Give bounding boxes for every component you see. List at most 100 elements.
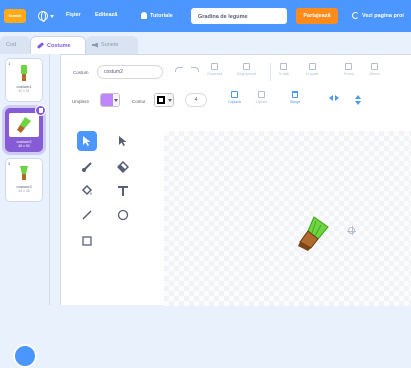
reshape-tool[interactable] — [113, 131, 133, 151]
costume-list: 1 costum1 40 x 51 2 costum2 48 x 50 3 co… — [0, 54, 50, 368]
ungroup-icon — [243, 63, 251, 70]
edit-menu[interactable]: Editează — [95, 12, 117, 18]
forward-button[interactable]: În față — [279, 63, 289, 76]
tab-sounds[interactable]: Sunete — [86, 36, 138, 54]
menu-bar: Scratch Fişier Editează Tutoriale Gradin… — [0, 0, 411, 32]
costume-size: 48 x 50 — [18, 144, 30, 148]
copy-button[interactable]: Copiază — [228, 91, 241, 104]
tab-costumes[interactable]: Costume — [30, 36, 86, 54]
globe-icon — [38, 11, 48, 22]
line-tool[interactable] — [77, 205, 97, 225]
ungroup-button[interactable]: Degrupează — [237, 63, 256, 76]
backward-label: În spate — [306, 72, 319, 76]
paste-button[interactable]: Lipește — [256, 91, 267, 104]
tab-sounds-label: Sunete — [101, 42, 119, 48]
cursor-icon — [83, 136, 91, 146]
outline-color-picker[interactable] — [154, 93, 174, 107]
costume-number: 1 — [8, 61, 11, 66]
costume-size: 45 x 48 — [18, 189, 30, 193]
flip-vertical-button[interactable] — [355, 95, 361, 105]
scratch-logo-text: Scratch — [8, 14, 22, 18]
brush-sprite[interactable] — [298, 215, 330, 253]
back-button[interactable]: Ultimul — [369, 63, 380, 76]
outline-dropdown — [167, 94, 173, 106]
brush-tool[interactable] — [77, 157, 97, 177]
costume-thumbnail — [9, 113, 39, 137]
tab-code-label: Cod — [6, 42, 17, 48]
fill-color-swatch — [101, 94, 113, 106]
language-menu[interactable] — [38, 10, 58, 22]
costume-item-3[interactable]: 3 costum3 45 x 48 — [5, 158, 43, 202]
paint-editor: Costum costum2 Grupează Degrupează În fa… — [60, 54, 411, 306]
redo-button[interactable] — [191, 67, 199, 72]
line-icon — [82, 210, 92, 220]
fill-dropdown — [113, 94, 119, 106]
tab-code[interactable]: Cod — [0, 36, 30, 54]
project-title-input[interactable]: Gradina de legume — [191, 8, 287, 24]
costume-item-1[interactable]: 1 costum1 40 x 51 — [5, 58, 43, 102]
outline-color-swatch — [155, 94, 167, 106]
select-tool[interactable] — [77, 131, 97, 151]
trash-icon — [292, 91, 299, 98]
circle-icon — [117, 209, 129, 221]
project-page-icon — [352, 12, 359, 19]
tab-costumes-label: Costume — [47, 42, 71, 49]
outline-square-icon — [157, 96, 165, 104]
rectangle-tool[interactable] — [77, 231, 97, 251]
flip-horizontal-button[interactable] — [329, 95, 339, 101]
paste-label: Lipește — [256, 100, 268, 104]
reshape-icon — [119, 136, 127, 146]
costume-name-input[interactable]: costum2 — [97, 65, 163, 79]
back-icon — [370, 63, 378, 70]
costume-item-2[interactable]: 2 costum2 48 x 50 — [5, 105, 46, 152]
chevron-down-icon — [50, 14, 54, 18]
editor-tabs: Cod Costume Sunete — [0, 32, 411, 54]
circle-tool[interactable] — [113, 205, 133, 225]
scratch-logo[interactable]: Scratch — [4, 9, 26, 23]
outline-width-input[interactable]: 4 — [185, 93, 207, 107]
fill-label: Umplere — [72, 99, 90, 104]
costume-number: 2 — [9, 112, 12, 117]
chevron-down-icon — [168, 98, 172, 102]
costume-thumbnail — [21, 65, 27, 81]
eraser-tool[interactable] — [113, 157, 133, 177]
flip-vertical-icon — [355, 95, 361, 105]
see-project-page-button[interactable]: Vezi pagina proi — [352, 12, 404, 19]
delete-label: Șterge — [290, 100, 301, 104]
backward-button[interactable]: În spate — [306, 63, 318, 76]
brush-icon — [82, 162, 92, 172]
tutorials-label: Tutoriale — [150, 12, 173, 19]
share-button[interactable]: Partajează — [296, 8, 338, 24]
drawing-canvas[interactable] — [164, 131, 411, 306]
costume-size: 40 x 51 — [18, 89, 30, 93]
outline-label: Contur — [132, 99, 146, 104]
speaker-icon — [92, 42, 98, 48]
brush-icon — [36, 42, 45, 49]
ungroup-label: Degrupează — [237, 72, 257, 76]
text-icon — [118, 186, 128, 196]
file-menu[interactable]: Fişier — [66, 12, 81, 18]
text-tool[interactable] — [113, 181, 133, 201]
costume-thumbnail — [20, 166, 28, 180]
add-costume-button[interactable] — [13, 344, 37, 368]
group-icon — [211, 63, 219, 70]
fill-color-picker[interactable] — [100, 93, 120, 107]
paste-icon — [258, 91, 266, 98]
toolbar-divider — [270, 63, 271, 81]
front-label: Primul — [344, 72, 354, 76]
group-label: Grupează — [207, 72, 223, 76]
forward-icon — [280, 63, 288, 70]
fill-tool[interactable] — [77, 181, 97, 201]
delete-button[interactable]: Șterge — [290, 91, 300, 104]
front-button[interactable]: Primul — [344, 63, 354, 76]
group-button[interactable]: Grupează — [207, 63, 222, 76]
front-icon — [345, 63, 353, 70]
redo-icon — [191, 67, 199, 72]
eraser-icon — [117, 161, 129, 173]
delete-costume-button[interactable] — [35, 105, 46, 116]
chevron-down-icon — [114, 98, 118, 102]
rectangle-icon — [82, 236, 92, 246]
project-page-label: Vezi pagina proi — [362, 12, 404, 19]
undo-button[interactable] — [175, 67, 183, 72]
tutorials-menu[interactable]: Tutoriale — [141, 12, 173, 19]
